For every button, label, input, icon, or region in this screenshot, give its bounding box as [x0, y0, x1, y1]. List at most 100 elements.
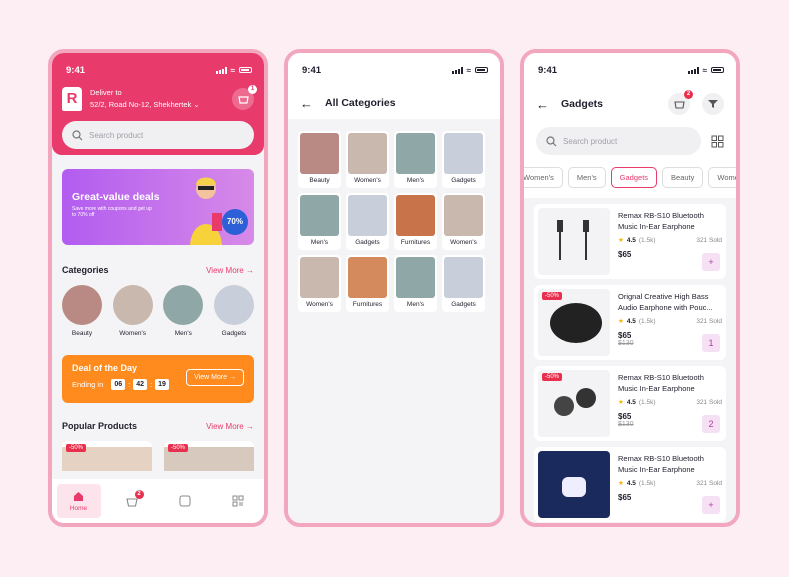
product-card[interactable]: -50% Orignal Creative High Bass Audio Ea…	[534, 285, 726, 360]
popular-title: Popular Products	[62, 421, 138, 431]
category-tile[interactable]: Furnitures	[346, 255, 389, 312]
popular-header: Popular Products View More →	[52, 421, 264, 431]
deal-of-the-day: Deal of the Day Ending in 06: 42: 19 Vie…	[62, 355, 254, 403]
signal-icon	[451, 66, 463, 74]
category-tile[interactable]: Furnitures	[394, 193, 437, 250]
categories-header: Categories View More →	[52, 265, 264, 275]
signal-icon	[215, 66, 227, 74]
banner-subtitle: Save more with coupons and get up to 70%…	[72, 206, 152, 218]
star-icon: ★	[618, 237, 624, 244]
quantity-counter[interactable]: 1	[702, 334, 720, 352]
battery-icon	[711, 67, 724, 73]
deliver-label: Deliver to	[90, 88, 122, 97]
sale-percent-badge: 70%	[222, 209, 248, 235]
categories-row: Beauty Women's Men's Gadgets	[52, 275, 264, 337]
product-card[interactable]: Remax RB-S10 Bluetooth Music In-Ear Earp…	[534, 204, 726, 279]
home-screen: 9:41 ≈ R Deliver to 52/2, Road No-12, Sh…	[48, 49, 268, 527]
discount-badge: -50%	[168, 444, 189, 452]
product-image	[538, 451, 610, 518]
search-input[interactable]: Search product	[62, 121, 254, 149]
nav-cart[interactable]: 2	[110, 484, 154, 518]
nav-menu[interactable]	[216, 484, 260, 518]
wifi-icon: ≈	[702, 65, 707, 75]
discount-badge: -50%	[66, 444, 87, 452]
chip-womens[interactable]: Women's	[524, 167, 563, 188]
discount-badge: -50%	[542, 373, 563, 381]
delivery-row: R Deliver to 52/2, Road No-12, Shekherte…	[52, 85, 264, 111]
bottom-nav: Home 2	[52, 479, 264, 523]
nav-support[interactable]	[163, 484, 207, 518]
categories-top: 9:41 ≈ ← All Categories	[288, 53, 500, 119]
cart-badge: 2	[684, 90, 693, 99]
popular-products-row: -50% -50%	[52, 431, 264, 471]
chevron-down-icon: ⌄	[193, 100, 200, 109]
category-grid: Beauty Women's Men's Gadgets Men's Gadge…	[288, 119, 500, 324]
gadgets-screen: 9:41 ≈ ← Gadgets 2 Search product Women'…	[520, 49, 740, 527]
delivery-address[interactable]: Deliver to 52/2, Road No-12, Shekhertek …	[90, 87, 224, 111]
back-arrow-icon[interactable]: ←	[536, 97, 549, 112]
search-icon	[72, 129, 83, 140]
categories-titlebar: ← All Categories	[288, 87, 500, 119]
timer-seconds: 19	[155, 379, 169, 390]
category-tile[interactable]: Women's	[298, 255, 341, 312]
category-tile[interactable]: Men's	[298, 193, 341, 250]
quantity-counter[interactable]: 2	[702, 415, 720, 433]
basket-icon	[237, 96, 249, 104]
product-list: Remax RB-S10 Bluetooth Music In-Ear Earp…	[524, 198, 736, 522]
product-card[interactable]: -50%	[164, 441, 254, 471]
address-text: 52/2, Road No-12, Shekhertek	[90, 100, 192, 109]
banner-model-image	[178, 169, 234, 245]
search-placeholder: Search product	[563, 136, 618, 146]
chip-mens[interactable]: Men's	[567, 167, 606, 188]
product-image: -50%	[538, 370, 610, 437]
category-tile[interactable]: Gadgets	[442, 255, 485, 312]
filter-icon	[708, 100, 718, 108]
chip-gadgets[interactable]: Gadgets	[610, 167, 658, 188]
product-card[interactable]: -50% Remax RB-S10 Bluetooth Music In-Ear…	[534, 366, 726, 441]
category-womens[interactable]: Women's	[112, 285, 153, 337]
categories-screen: 9:41 ≈ ← All Categories Beauty Women's M…	[284, 49, 504, 527]
add-to-cart-button[interactable]: +	[702, 253, 720, 271]
status-icons: ≈	[687, 65, 724, 75]
status-time: 9:41	[66, 64, 86, 76]
product-title: Orignal Creative High Bass Audio Earphon…	[618, 292, 713, 312]
nav-home[interactable]: Home	[56, 484, 101, 518]
category-mens[interactable]: Men's	[163, 285, 204, 337]
deal-view-more-button[interactable]: View More →	[186, 369, 244, 386]
timer-minutes: 42	[133, 379, 148, 390]
chip-beauty[interactable]: Beauty	[662, 167, 704, 188]
status-bar: 9:41 ≈	[524, 53, 736, 87]
category-beauty[interactable]: Beauty	[62, 285, 102, 337]
gadgets-titlebar: ← Gadgets 2	[524, 87, 736, 121]
category-tile[interactable]: Men's	[394, 255, 437, 312]
cart-button[interactable]: 1	[232, 85, 257, 110]
product-card[interactable]: -50%	[62, 441, 152, 471]
add-to-cart-button[interactable]: +	[702, 496, 720, 514]
search-icon	[546, 135, 557, 146]
back-arrow-icon[interactable]: ←	[300, 96, 313, 111]
category-tile[interactable]: Gadgets	[346, 193, 389, 250]
product-card[interactable]: Remax RB-S10 Bluetooth Music In-Ear Earp…	[534, 447, 726, 522]
gadgets-top: 9:41 ≈ ← Gadgets 2 Search product Women'…	[524, 53, 736, 198]
home-header: 9:41 ≈ R Deliver to 52/2, Road No-12, Sh…	[52, 53, 264, 155]
app-logo-icon: R	[62, 87, 82, 111]
search-input[interactable]: Search product	[536, 127, 701, 155]
page-title: Gadgets	[561, 98, 604, 110]
categories-title: Categories	[62, 265, 109, 275]
category-gadgets[interactable]: Gadgets	[213, 285, 254, 337]
popular-view-more-link[interactable]: View More →	[206, 422, 254, 431]
category-tile[interactable]: Gadgets	[442, 131, 485, 188]
promo-banner[interactable]: Great-value deals Save more with coupons…	[62, 169, 254, 245]
chip-womens-2[interactable]: Wome	[708, 167, 736, 188]
filter-button[interactable]	[702, 93, 724, 115]
category-tile[interactable]: Women's	[346, 131, 389, 188]
cart-button[interactable]: 2	[668, 90, 693, 115]
category-tile[interactable]: Women's	[442, 193, 485, 250]
grid-view-icon[interactable]	[711, 135, 724, 148]
wifi-icon: ≈	[466, 65, 471, 75]
category-tile[interactable]: Beauty	[298, 131, 341, 188]
categories-view-more-link[interactable]: View More →	[206, 266, 254, 275]
category-tile[interactable]: Men's	[394, 131, 437, 188]
star-icon: ★	[618, 399, 624, 406]
status-bar: 9:41 ≈	[52, 53, 264, 87]
